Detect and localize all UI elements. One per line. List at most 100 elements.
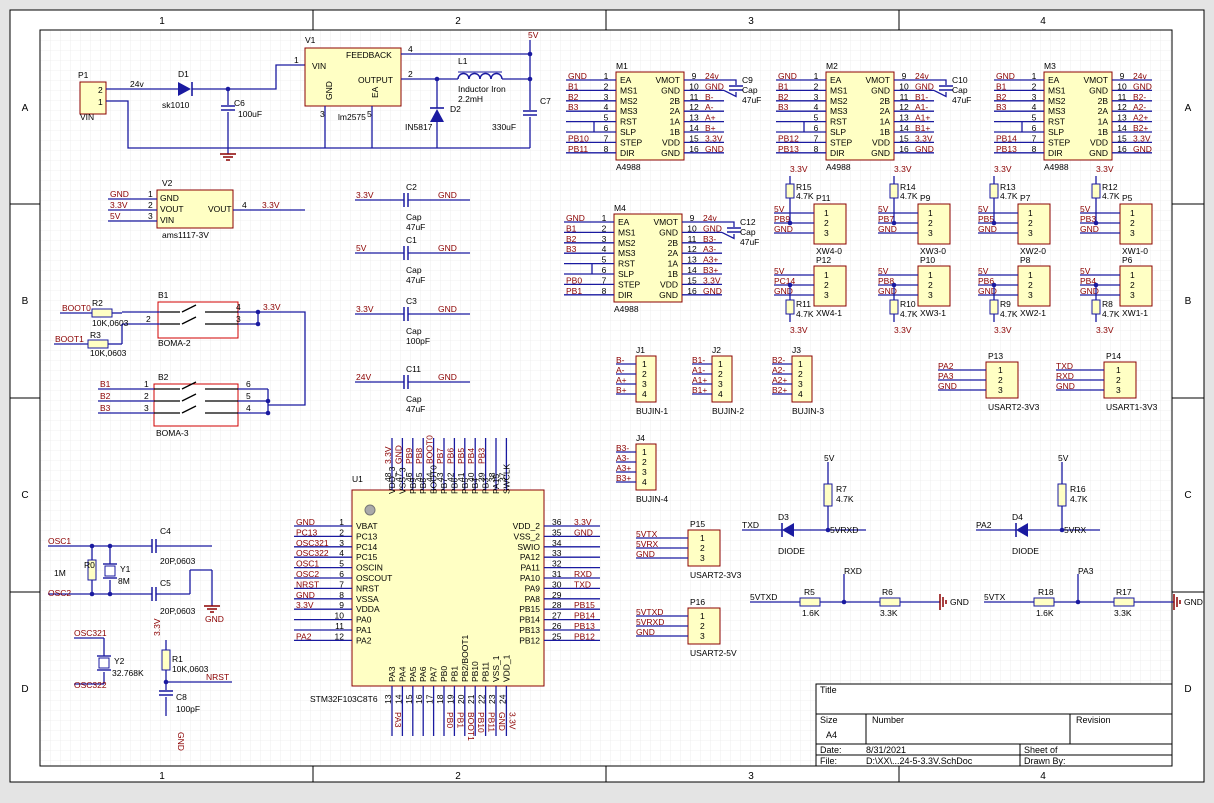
mcu-pin-name: PB14 bbox=[519, 615, 540, 625]
v1-pin-gnd: GND bbox=[324, 81, 334, 100]
net-label: GND bbox=[110, 189, 129, 199]
pin-number: 41 bbox=[456, 472, 466, 482]
pin-number: 29 bbox=[552, 590, 562, 600]
driver-pin-name: 2A bbox=[880, 106, 891, 116]
net-label: B3- bbox=[703, 234, 716, 244]
pin-number: 11 bbox=[335, 621, 344, 631]
driver-pin-name: VDD bbox=[662, 137, 680, 147]
sensor-part: XW3-1 bbox=[920, 308, 946, 318]
net-label: 5V bbox=[878, 266, 889, 276]
mcu-pin-name: PB13 bbox=[519, 625, 540, 635]
mcu-pin-name: VDDA bbox=[356, 604, 380, 614]
driver-pin-name: RST bbox=[620, 117, 637, 127]
net-label: A2+ bbox=[1133, 113, 1148, 123]
net-label: B2+ bbox=[1133, 123, 1148, 133]
switch-ref: B2 bbox=[158, 372, 169, 382]
net-label: GND bbox=[778, 71, 797, 81]
cap-value: Cap bbox=[406, 394, 422, 404]
pin-number: 2 bbox=[408, 69, 413, 79]
net-label: PB14 bbox=[574, 611, 595, 621]
pin-number: 9 bbox=[339, 600, 344, 610]
net-label: GND bbox=[1133, 144, 1152, 154]
mcu-pin-name: PA3 bbox=[387, 666, 397, 682]
res-ref: R5 bbox=[804, 587, 815, 597]
connector-ref: P16 bbox=[690, 597, 705, 607]
junction-dot bbox=[265, 410, 271, 416]
net-label: PB10 bbox=[476, 712, 486, 733]
pin-number: 1 bbox=[798, 359, 803, 369]
driver-pin-name: DIR bbox=[620, 148, 635, 158]
net-label: GND bbox=[978, 224, 997, 234]
net-label: OSC2 bbox=[48, 588, 71, 598]
resistor-body bbox=[1057, 483, 1067, 507]
driver-pin-name: DIR bbox=[1048, 148, 1063, 158]
row-label: B bbox=[22, 296, 29, 307]
driver-pin-name: 2A bbox=[1098, 106, 1109, 116]
pin-number: 2 bbox=[1028, 280, 1033, 290]
mcu-pin-name: PA11 bbox=[520, 563, 540, 573]
pin-number: 8 bbox=[339, 590, 344, 600]
cap-value: Cap bbox=[406, 265, 422, 275]
pin-number: 1 bbox=[339, 517, 344, 527]
net-label: 5V bbox=[356, 243, 367, 253]
res-ref: R17 bbox=[1116, 587, 1132, 597]
sensor-ref: P5 bbox=[1122, 193, 1133, 203]
pin-number: 2 bbox=[718, 369, 723, 379]
pin-number: 23 bbox=[487, 694, 497, 704]
junction-dot bbox=[527, 76, 533, 82]
net-label: B1 bbox=[996, 81, 1007, 91]
pin-number: 32 bbox=[552, 559, 562, 569]
mcu-pin-name: OSCOUT bbox=[356, 573, 392, 583]
net-label: GND bbox=[393, 445, 403, 464]
res-value: 4.7K bbox=[1000, 191, 1018, 201]
pin-number: 1 bbox=[602, 213, 607, 223]
net-label: B3- bbox=[616, 443, 629, 453]
pin-number: 18 bbox=[435, 694, 445, 704]
net-label: 3.3V bbox=[994, 325, 1012, 335]
driver-pin-name: EA bbox=[830, 75, 842, 85]
connector-ref: P15 bbox=[690, 519, 705, 529]
cap-ref: C2 bbox=[406, 182, 417, 192]
pin-number: 3 bbox=[824, 228, 829, 238]
res-value: 10K,0603 bbox=[172, 664, 209, 674]
mcu-pin-name: NRST bbox=[356, 583, 379, 593]
sensor-part: XW2-1 bbox=[1020, 308, 1046, 318]
res-value: 4.7K bbox=[1102, 309, 1120, 319]
pin-number: 3 bbox=[339, 538, 344, 548]
cap-ref: C4 bbox=[160, 526, 171, 536]
net-label: GND bbox=[497, 712, 507, 731]
res-ref: R10 bbox=[900, 299, 916, 309]
pin-number: 5 bbox=[602, 255, 607, 265]
driver-pin-name: VMOT bbox=[655, 75, 680, 85]
connector-ref: J4 bbox=[636, 433, 645, 443]
pin-number: 5 bbox=[339, 559, 344, 569]
v1-pin-output: OUTPUT bbox=[358, 75, 393, 85]
pin-number: 9 bbox=[902, 71, 907, 81]
pin-number: 4 bbox=[1032, 102, 1037, 112]
resistor-body bbox=[161, 649, 171, 671]
pin-number: 2 bbox=[602, 223, 607, 233]
pin-number: 1 bbox=[144, 379, 149, 389]
pin-number: 37 bbox=[497, 472, 507, 482]
res-value: 3.3K bbox=[1114, 608, 1132, 618]
pin-number: 5 bbox=[246, 391, 251, 401]
mcu-pin-name: PC14 bbox=[356, 542, 378, 552]
net-label: 3.3V bbox=[915, 133, 933, 143]
net-label: A1+ bbox=[915, 113, 930, 123]
pin-number: 6 bbox=[814, 123, 819, 133]
net-label: PB14 bbox=[996, 133, 1017, 143]
driver-pin-name: VDD bbox=[872, 137, 890, 147]
title-label: Title bbox=[820, 685, 837, 695]
pin-number: 2 bbox=[998, 375, 1003, 385]
pin-number: 15 bbox=[689, 133, 699, 143]
driver-pin-name: 2B bbox=[880, 96, 891, 106]
pin-number: 16 bbox=[414, 694, 424, 704]
mcu-pin-name: PA0 bbox=[356, 615, 372, 625]
pin-number: 2 bbox=[604, 81, 609, 91]
connector-part: USART2-5V bbox=[690, 648, 737, 658]
net-label: 3.3V bbox=[356, 190, 374, 200]
net-label: B3 bbox=[100, 403, 111, 413]
pin-number: 3 bbox=[320, 109, 325, 119]
driver-pin-name: 1A bbox=[880, 117, 891, 127]
diode-value: DIODE bbox=[1012, 546, 1039, 556]
